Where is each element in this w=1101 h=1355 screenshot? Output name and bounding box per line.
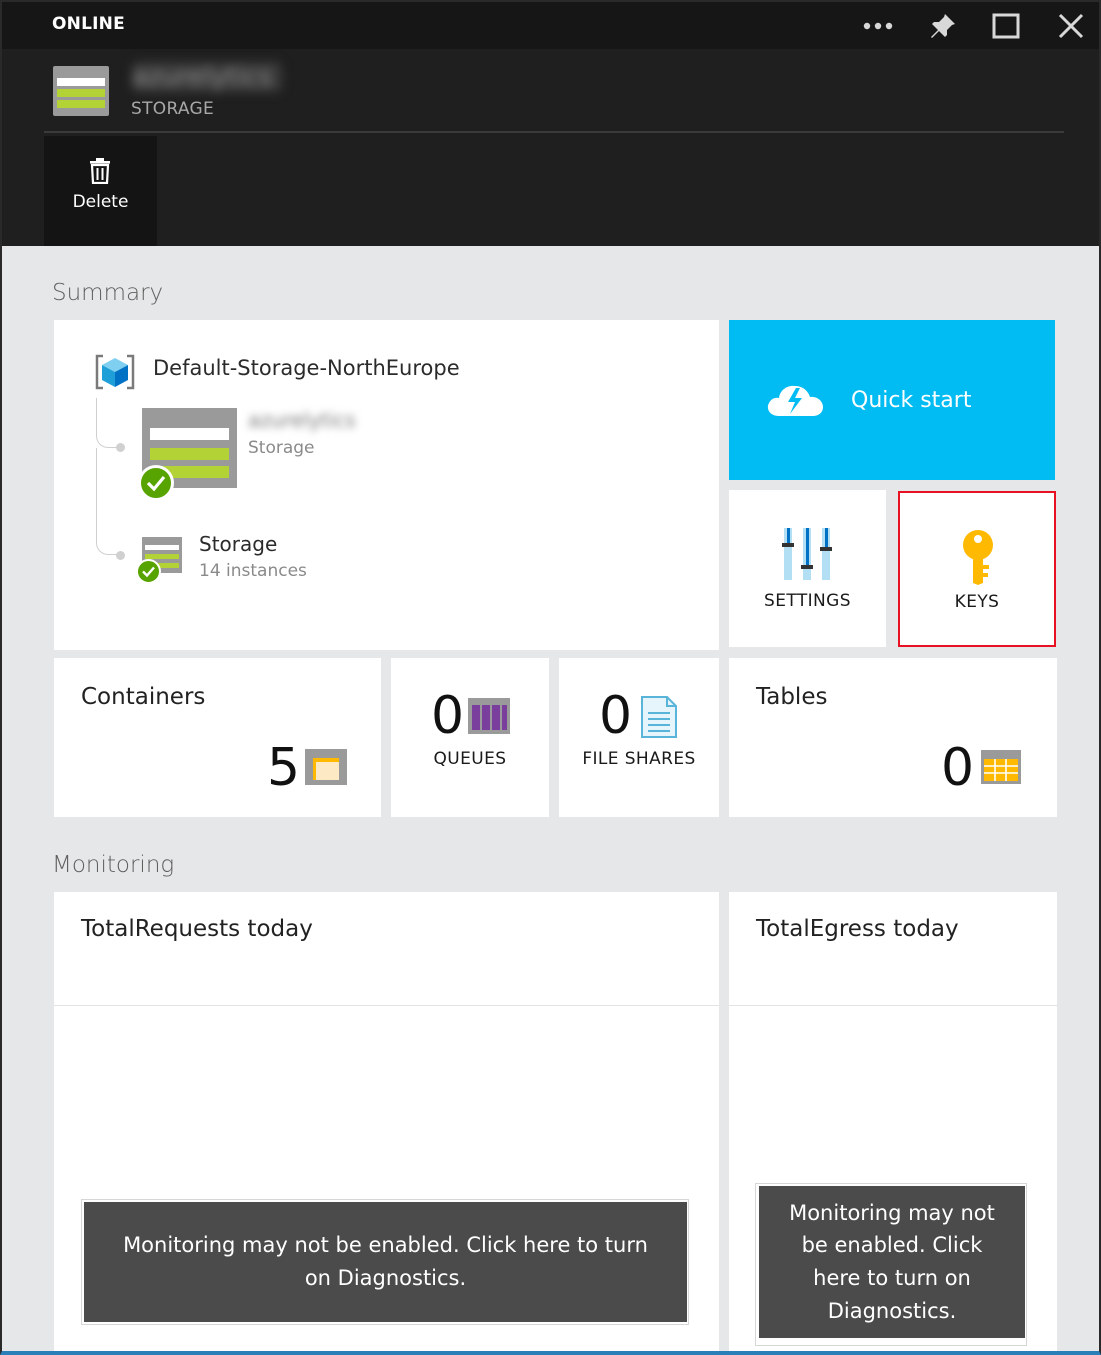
blade-header: ONLINE azurelytics STORAGE Delete bbox=[2, 2, 1099, 246]
file-shares-tile[interactable]: 0 FILE SHARES bbox=[559, 658, 719, 817]
file-shares-count: 0 bbox=[599, 686, 633, 746]
storage-group-name: Storage bbox=[199, 532, 278, 556]
queue-icon bbox=[468, 698, 510, 734]
total-egress-title: TotalEgress today bbox=[756, 916, 959, 942]
queues-label: QUEUES bbox=[433, 749, 507, 769]
storage-blade: ONLINE azurelytics STORAGE Delete Summar… bbox=[0, 0, 1101, 1355]
storage-account-name: azurelytics bbox=[248, 408, 356, 432]
table-icon bbox=[981, 750, 1021, 784]
cloud-lightning-icon bbox=[767, 385, 823, 416]
settings-sliders-icon bbox=[782, 528, 832, 580]
delete-label: Delete bbox=[72, 192, 129, 212]
containers-count: 5 bbox=[267, 738, 301, 798]
settings-tile[interactable]: SETTINGS bbox=[729, 490, 886, 647]
diagnostics-warning[interactable]: Monitoring may not be enabled. Click her… bbox=[759, 1186, 1025, 1338]
key-icon bbox=[963, 530, 993, 585]
queues-count: 0 bbox=[431, 686, 465, 746]
container-icon bbox=[305, 749, 347, 785]
tree-node bbox=[116, 551, 125, 560]
tile-divider bbox=[729, 1005, 1057, 1006]
containers-title: Containers bbox=[81, 684, 206, 710]
monitoring-heading: Monitoring bbox=[52, 852, 175, 878]
tables-count: 0 bbox=[941, 738, 975, 798]
file-shares-label: FILE SHARES bbox=[582, 749, 696, 769]
summary-heading: Summary bbox=[52, 280, 164, 306]
delete-button[interactable]: Delete bbox=[44, 136, 157, 246]
quick-start-tile[interactable]: Quick start bbox=[729, 320, 1055, 480]
storage-account-type: Storage bbox=[248, 438, 315, 458]
close-icon[interactable] bbox=[1055, 10, 1087, 42]
resource-type: STORAGE bbox=[131, 99, 215, 119]
header-divider bbox=[44, 131, 1064, 133]
success-check-icon bbox=[138, 465, 174, 501]
resource-map-tile[interactable]: Default-Storage-NorthEurope azurelytics … bbox=[54, 320, 719, 650]
tables-title: Tables bbox=[756, 684, 828, 710]
resource-group-name: Default-Storage-NorthEurope bbox=[153, 356, 460, 380]
total-egress-tile[interactable]: TotalEgress today Monitoring may not be … bbox=[729, 892, 1057, 1351]
tile-divider bbox=[54, 1005, 719, 1006]
total-requests-title: TotalRequests today bbox=[81, 916, 313, 942]
diagnostics-warning-text: Monitoring may not be enabled. Click her… bbox=[123, 1233, 648, 1290]
tables-tile[interactable]: Tables 0 bbox=[729, 658, 1057, 817]
tree-connector bbox=[96, 398, 120, 448]
diagnostics-warning[interactable]: Monitoring may not be enabled. Click her… bbox=[84, 1202, 687, 1322]
diagnostics-warning-text: Monitoring may not be enabled. Click her… bbox=[789, 1200, 995, 1323]
trash-icon bbox=[90, 158, 110, 184]
quick-start-label: Quick start bbox=[851, 388, 972, 413]
storage-account-icon bbox=[53, 66, 109, 116]
settings-label: SETTINGS bbox=[764, 591, 851, 611]
storage-group-count: 14 instances bbox=[199, 561, 307, 581]
containers-tile[interactable]: Containers 5 bbox=[54, 658, 381, 817]
pin-icon[interactable] bbox=[927, 10, 959, 42]
keys-label: KEYS bbox=[954, 592, 1000, 612]
queues-tile[interactable]: 0 QUEUES bbox=[391, 658, 549, 817]
tree-connector bbox=[96, 448, 120, 555]
maximize-icon[interactable] bbox=[990, 10, 1022, 42]
total-requests-tile[interactable]: TotalRequests today Monitoring may not b… bbox=[54, 892, 719, 1351]
more-icon[interactable] bbox=[862, 10, 894, 42]
keys-tile[interactable]: KEYS bbox=[898, 491, 1056, 647]
file-share-icon bbox=[641, 696, 677, 738]
resource-group-icon bbox=[95, 354, 135, 390]
success-check-icon bbox=[136, 559, 161, 584]
resource-name: azurelytics bbox=[132, 62, 282, 92]
status-label: ONLINE bbox=[52, 14, 125, 34]
status-bar: ONLINE bbox=[2, 2, 1099, 49]
